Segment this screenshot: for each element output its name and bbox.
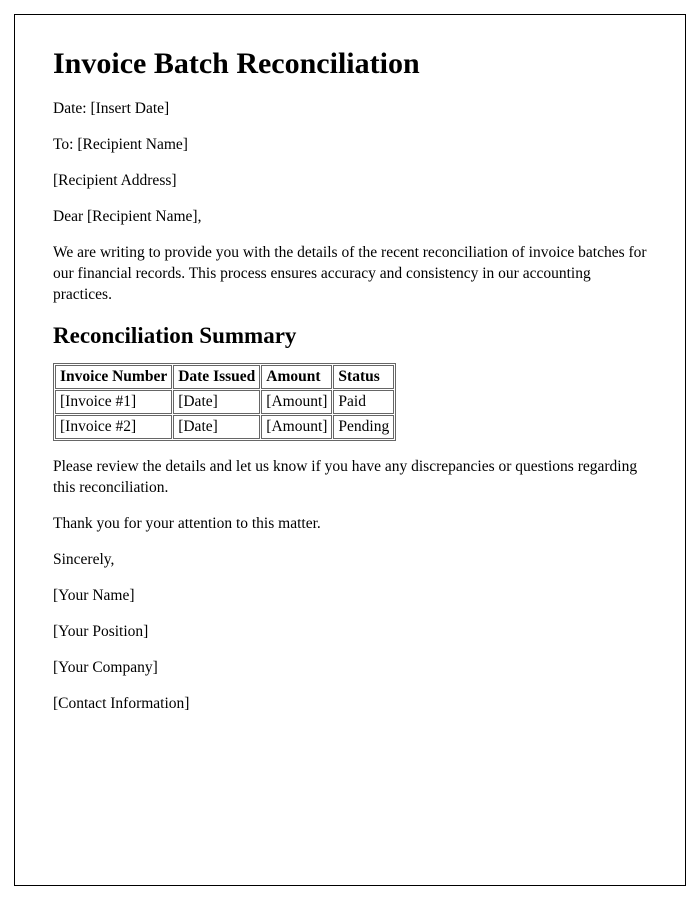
- review-paragraph: Please review the details and let us kno…: [53, 457, 647, 499]
- thanks-line: Thank you for your attention to this mat…: [53, 514, 647, 535]
- signer-position: [Your Position]: [53, 622, 647, 643]
- cell-amount: [Amount]: [261, 390, 332, 414]
- cell-date-issued: [Date]: [173, 390, 260, 414]
- summary-heading: Reconciliation Summary: [53, 323, 647, 349]
- table-row: [Invoice #2] [Date] [Amount] Pending: [55, 415, 394, 439]
- recipient-address: [Recipient Address]: [53, 171, 647, 192]
- cell-date-issued: [Date]: [173, 415, 260, 439]
- signer-contact: [Contact Information]: [53, 694, 647, 715]
- cell-invoice-number: [Invoice #2]: [55, 415, 172, 439]
- table-header-row: Invoice Number Date Issued Amount Status: [55, 365, 394, 389]
- col-status: Status: [333, 365, 394, 389]
- signer-name: [Your Name]: [53, 586, 647, 607]
- signer-company: [Your Company]: [53, 658, 647, 679]
- table-row: [Invoice #1] [Date] [Amount] Paid: [55, 390, 394, 414]
- cell-status: Paid: [333, 390, 394, 414]
- col-invoice-number: Invoice Number: [55, 365, 172, 389]
- cell-invoice-number: [Invoice #1]: [55, 390, 172, 414]
- intro-paragraph: We are writing to provide you with the d…: [53, 243, 647, 306]
- cell-status: Pending: [333, 415, 394, 439]
- salutation: Dear [Recipient Name],: [53, 207, 647, 228]
- page-title: Invoice Batch Reconciliation: [53, 47, 647, 81]
- date-line: Date: [Insert Date]: [53, 99, 647, 120]
- col-amount: Amount: [261, 365, 332, 389]
- col-date-issued: Date Issued: [173, 365, 260, 389]
- document-page: Invoice Batch Reconciliation Date: [Inse…: [14, 14, 686, 886]
- cell-amount: [Amount]: [261, 415, 332, 439]
- reconciliation-table: Invoice Number Date Issued Amount Status…: [53, 363, 396, 441]
- to-line: To: [Recipient Name]: [53, 135, 647, 156]
- closing: Sincerely,: [53, 550, 647, 571]
